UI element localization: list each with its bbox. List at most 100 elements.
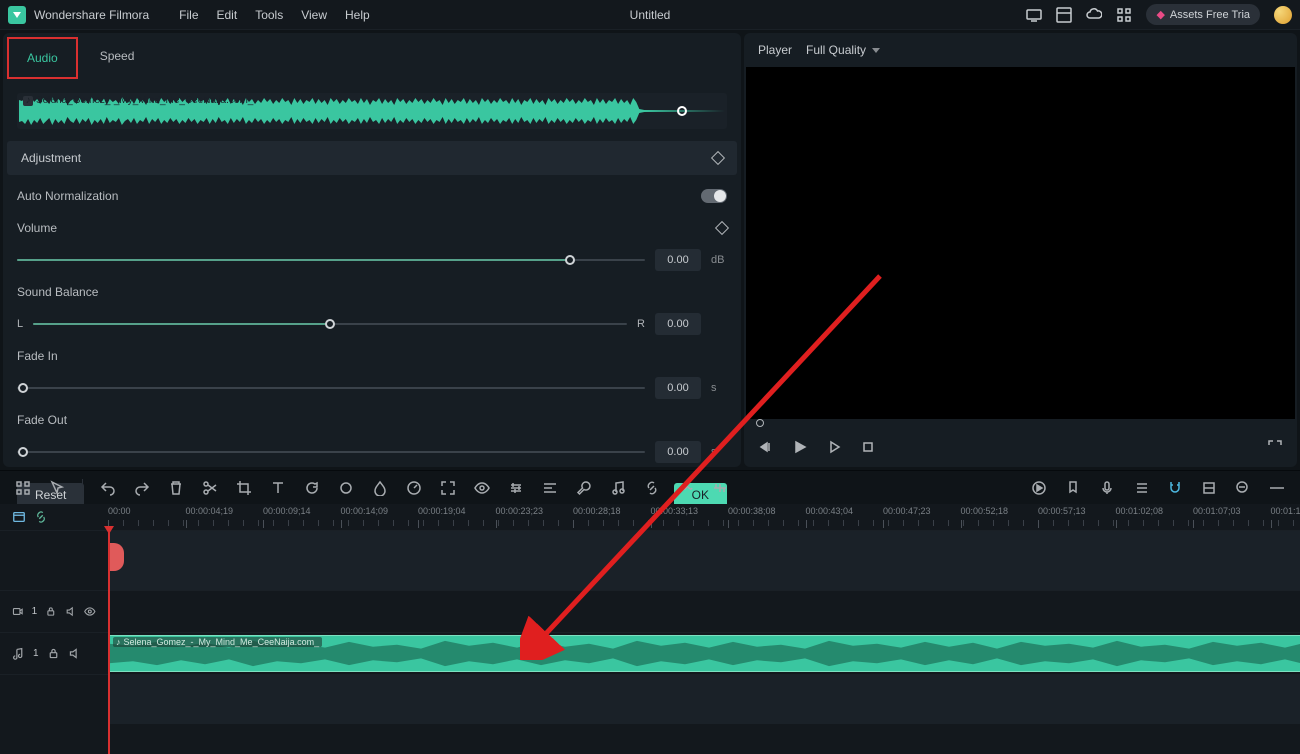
lock-icon[interactable]: [47, 647, 60, 660]
cursor-icon[interactable]: [48, 479, 66, 497]
fade-out-slider[interactable]: [17, 451, 645, 453]
redo-icon[interactable]: [133, 479, 151, 497]
timeline: 00:0000:00:04;1900:00:09;1400:00:14;0900…: [0, 504, 1300, 754]
ruler-tick: 00:00:57;13: [1038, 506, 1086, 516]
keyframe-diamond-icon[interactable]: [711, 151, 725, 165]
ruler-tick: 00:00:09;14: [263, 506, 311, 516]
next-frame-button[interactable]: [826, 439, 842, 455]
fade-out-value[interactable]: 0.00: [655, 441, 701, 463]
assets-free-trial-button[interactable]: ◆Assets Free Tria: [1146, 4, 1260, 25]
menu-view[interactable]: View: [301, 8, 327, 22]
undo-icon[interactable]: [99, 479, 117, 497]
timeline-left-header: [0, 504, 108, 530]
balance-slider[interactable]: [33, 323, 627, 325]
chain-icon[interactable]: [34, 510, 48, 524]
player-scrubber[interactable]: [750, 419, 1291, 427]
layers-icon[interactable]: [1200, 479, 1218, 497]
eye-icon[interactable]: [473, 479, 491, 497]
marker-icon[interactable]: [1064, 479, 1082, 497]
chevron-down-icon: [872, 48, 880, 53]
split-icon[interactable]: [201, 479, 219, 497]
quality-selector[interactable]: Full Quality: [806, 43, 880, 57]
screen-icon[interactable]: [1026, 7, 1042, 23]
align-icon[interactable]: [541, 479, 559, 497]
volume-value[interactable]: 0.00: [655, 249, 701, 271]
auto-normalization-label: Auto Normalization: [17, 189, 118, 203]
ruler-tick: 00:00:19;04: [418, 506, 466, 516]
audio-clip[interactable]: ♪ Selena_Gomez_-_My_Mind_Me_CeeNaija.com…: [108, 635, 1300, 672]
fade-out-label: Fade Out: [17, 413, 67, 427]
text-icon[interactable]: [269, 479, 287, 497]
fullscreen-button[interactable]: [1267, 439, 1283, 455]
link-icon[interactable]: [643, 479, 661, 497]
menu-file[interactable]: File: [179, 8, 198, 22]
speed-icon[interactable]: [405, 479, 423, 497]
zoom-slider[interactable]: [1268, 479, 1286, 497]
gem-icon: ◆: [1156, 8, 1164, 21]
ruler-tick: 00:00:47;23: [883, 506, 931, 516]
list-icon[interactable]: [1132, 479, 1150, 497]
balance-right-label: R: [637, 318, 645, 330]
volume-label: Volume: [17, 221, 57, 235]
volume-keyframe-icon[interactable]: [715, 221, 729, 235]
delete-icon[interactable]: [167, 479, 185, 497]
effects-icon[interactable]: [711, 479, 729, 497]
crop-icon[interactable]: [235, 479, 253, 497]
menu-help[interactable]: Help: [345, 8, 370, 22]
video-track-content[interactable]: [108, 591, 1300, 632]
user-avatar[interactable]: [1274, 6, 1292, 24]
balance-value[interactable]: 0.00: [655, 313, 701, 335]
sliders-icon[interactable]: [507, 479, 525, 497]
tab-audio[interactable]: Audio: [7, 37, 78, 79]
droplet-icon[interactable]: [371, 479, 389, 497]
menu-tools[interactable]: Tools: [255, 8, 283, 22]
ruler-tick: 00:00:33;13: [651, 506, 699, 516]
player-canvas[interactable]: [746, 67, 1295, 419]
color-icon[interactable]: [337, 479, 355, 497]
ruler-tick: 00:01:02;08: [1116, 506, 1164, 516]
play-button[interactable]: [792, 439, 808, 455]
fade-in-label: Fade In: [17, 349, 58, 363]
video-track-header[interactable]: 1: [0, 591, 108, 632]
rotate-icon[interactable]: [303, 479, 321, 497]
media-pool-icon[interactable]: [12, 510, 26, 524]
volume-slider[interactable]: [17, 259, 645, 261]
expand-icon[interactable]: [439, 479, 457, 497]
zoom-out-icon[interactable]: [1234, 479, 1252, 497]
audio-track-content[interactable]: ♪ Selena_Gomez_-_My_Mind_Me_CeeNaija.com…: [108, 633, 1300, 674]
mute-icon[interactable]: [68, 647, 81, 660]
menu-edit[interactable]: Edit: [217, 8, 238, 22]
tab-speed[interactable]: Speed: [82, 37, 153, 79]
ruler-tick: 00:01:11;22: [1271, 506, 1300, 516]
wrench-icon[interactable]: [575, 479, 593, 497]
prev-frame-button[interactable]: [758, 439, 774, 455]
wave-icon[interactable]: [677, 479, 695, 497]
mic-icon[interactable]: [1098, 479, 1116, 497]
playhead[interactable]: [108, 530, 110, 754]
music-icon[interactable]: [609, 479, 627, 497]
grid-icon[interactable]: [14, 479, 32, 497]
waveform-handle[interactable]: [677, 106, 687, 116]
timeline-ruler[interactable]: 00:0000:00:04;1900:00:09;1400:00:14;0900…: [108, 504, 1300, 530]
apps-icon[interactable]: [1116, 7, 1132, 23]
fade-in-slider[interactable]: [17, 387, 645, 389]
adjustment-section-header[interactable]: Adjustment: [7, 141, 737, 175]
lock-icon[interactable]: [45, 605, 57, 618]
clip-waveform-preview[interactable]: ♪ Selena_Gomez_-_My_Mind_Me_CeeNaija.com…: [17, 93, 727, 129]
ruler-tick: 00:00: [108, 506, 131, 516]
auto-normalization-toggle[interactable]: [701, 189, 727, 203]
mute-icon[interactable]: [65, 605, 77, 618]
ruler-tick: 00:00:14;09: [341, 506, 389, 516]
ruler-tick: 00:00:28;18: [573, 506, 621, 516]
ruler-tick: 00:00:52;18: [961, 506, 1009, 516]
eye-track-icon[interactable]: [84, 605, 96, 618]
audio-track-header[interactable]: 1: [0, 633, 108, 674]
fade-in-value[interactable]: 0.00: [655, 377, 701, 399]
snap-icon[interactable]: [1166, 479, 1184, 497]
stop-button[interactable]: [860, 439, 876, 455]
cloud-icon[interactable]: [1086, 7, 1102, 23]
layout-icon[interactable]: [1056, 7, 1072, 23]
player-title: Player: [758, 43, 792, 57]
timeline-marker-blob[interactable]: [110, 543, 124, 571]
render-icon[interactable]: [1030, 479, 1048, 497]
